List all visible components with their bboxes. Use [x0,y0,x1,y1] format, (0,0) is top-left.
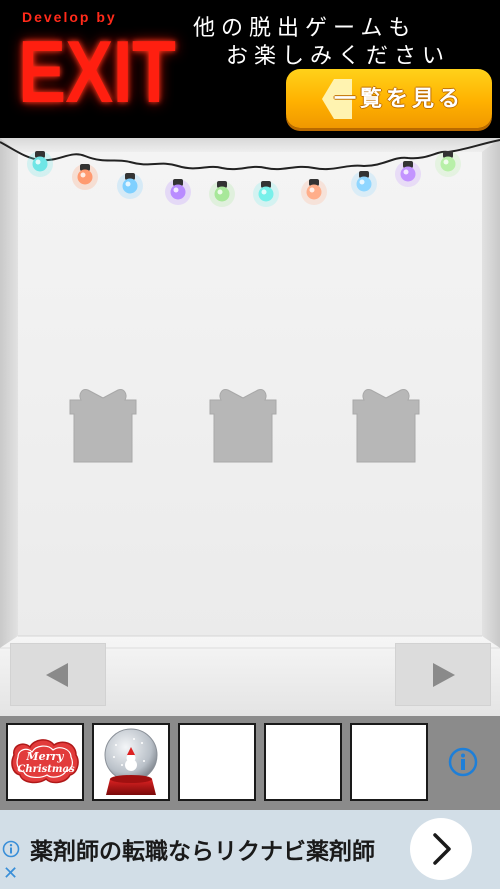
merry-christmas-sign-icon: Merry Christmas [11,739,79,784]
gift-silhouette-3[interactable] [351,386,421,466]
promo-text-line2: お楽しみください [226,44,451,69]
room-scene [0,138,500,716]
info-icon[interactable] [448,747,478,777]
light-bulb-10 [435,151,461,177]
right-arrow-icon [433,663,455,687]
light-bulb-2 [72,164,98,190]
inventory-slot-1[interactable]: Merry Christmas [6,723,84,801]
chevron-right-icon [433,833,451,865]
nav-left-button[interactable] [10,643,106,706]
light-bulb-1 [27,151,53,177]
view-list-button[interactable]: 一覧を見る [286,69,492,128]
inventory-slot-3[interactable] [178,723,256,801]
merry-label: Merry [25,750,65,763]
light-bulb-8 [351,171,377,197]
exit-logo: EXIT [18,22,176,121]
light-bulb-6 [253,181,279,207]
light-bulb-3 [117,173,143,199]
light-bulb-7 [301,179,327,205]
ad-open-button[interactable] [410,818,472,880]
inventory-bar: Merry Christmas [0,716,500,810]
snow-globe-icon [104,728,158,795]
inventory-slot-5[interactable] [350,723,428,801]
gift-silhouette-1[interactable] [68,386,138,466]
light-bulb-5 [209,181,235,207]
gift-silhouette-2[interactable] [208,386,278,466]
inventory-slot-2[interactable] [92,723,170,801]
left-arrow-icon [46,663,68,687]
inventory-slot-4[interactable] [264,723,342,801]
view-list-label: 一覧を見る [334,87,465,112]
ad-info-icon[interactable] [2,840,20,858]
light-bulb-4 [165,179,191,205]
bottom-ad-banner[interactable]: ✕ 薬剤師の転職ならリクナビ薬剤師 [0,810,500,889]
nav-right-button[interactable] [395,643,491,706]
light-bulb-9 [395,161,421,187]
ad-text: 薬剤師の転職ならリクナビ薬剤師 [30,838,375,865]
top-banner-ad[interactable]: Develop by EXIT 他の脱出ゲームも お楽しみください 一覧を見る [0,0,500,138]
christmas-label: Christmas [17,764,75,775]
ad-close-button[interactable]: ✕ [3,865,18,883]
